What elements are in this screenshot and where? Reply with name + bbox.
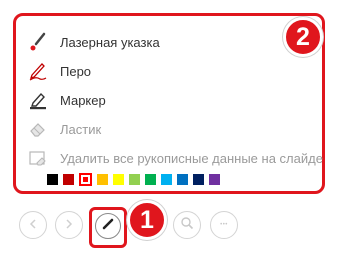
highlighter-icon [28,90,48,110]
magnifier-icon [180,216,194,235]
color-swatch[interactable] [97,174,108,185]
eraser-icon [28,119,48,139]
menu-item-label: Ластик [60,121,102,137]
pen-options-menu: Лазерная указка Перо Маркер Ластик Удали… [13,13,325,194]
laser-pointer-icon [28,32,48,52]
color-swatch[interactable] [177,174,188,185]
pen-icon [101,217,115,236]
chevron-right-icon [64,216,74,234]
menu-item-erase-all-ink[interactable]: Удалить все рукописные данные на слайде [16,144,323,172]
menu-item-label: Удалить все рукописные данные на слайде [60,150,323,166]
next-slide-button[interactable] [55,211,83,239]
zoom-button[interactable] [173,211,201,239]
menu-item-pen[interactable]: Перо [16,57,316,85]
menu-item-eraser[interactable]: Ластик [16,115,316,143]
pen-icon [28,61,48,81]
step-badge-1: 1 [127,200,167,240]
erase-all-ink-icon [28,148,48,168]
color-swatch[interactable] [193,174,204,185]
color-swatch[interactable] [161,174,172,185]
pen-tool-button[interactable] [95,213,121,239]
step-badge-2: 2 [283,17,323,57]
color-swatch[interactable] [79,173,92,186]
color-swatch[interactable] [113,174,124,185]
menu-item-highlighter[interactable]: Маркер [16,86,316,114]
menu-item-label: Маркер [60,92,106,108]
chevron-left-icon [28,216,38,234]
slideshow-toolbar [0,207,344,257]
menu-item-laser-pointer[interactable]: Лазерная указка [16,28,316,56]
color-swatch[interactable] [47,174,58,185]
more-options-icon: ••• [220,222,228,228]
color-swatch[interactable] [209,174,220,185]
previous-slide-button[interactable] [19,211,47,239]
menu-item-label: Лазерная указка [60,34,160,50]
color-swatch[interactable] [129,174,140,185]
color-palette [47,173,225,187]
color-swatch[interactable] [145,174,156,185]
more-options-button[interactable]: ••• [210,211,238,239]
color-swatch[interactable] [63,174,74,185]
menu-item-label: Перо [60,63,92,79]
